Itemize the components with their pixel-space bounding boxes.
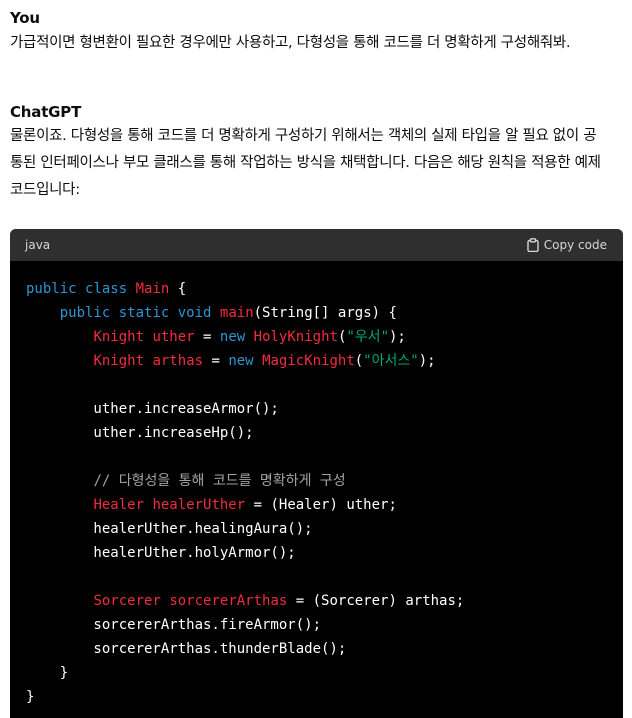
code-type: Healer	[93, 497, 145, 513]
code-text: );	[418, 353, 436, 369]
code-line: Knight arthas = new MagicKnight("아서스");	[26, 349, 623, 373]
code-text: healerUther.healingAura();	[26, 521, 313, 537]
assistant-message-text: 물론이죠. 다형성을 통해 코드를 더 명확하게 구성하기 위해서는 객체의 실…	[10, 123, 622, 204]
code-text: (String[] args) {	[253, 305, 397, 321]
code-line: healerUther.healingAura();	[26, 517, 623, 541]
user-message: You 가급적이면 형변환이 필요한 경우에만 사용하고, 다형성을 통해 코드…	[10, 8, 622, 57]
code-type: uther	[152, 329, 195, 345]
code-line: }	[26, 685, 623, 709]
code-text: sorcererArthas.fireArmor();	[26, 617, 322, 633]
code-text: (	[354, 353, 364, 369]
code-keyword: public	[59, 305, 111, 321]
assistant-message: ChatGPT 물론이죠. 다형성을 통해 코드를 더 명확하게 구성하기 위해…	[10, 102, 622, 204]
code-language-label: java	[25, 238, 51, 252]
code-keyword: new	[228, 353, 254, 369]
code-text: );	[389, 329, 406, 345]
code-line: sorcererArthas.fireArmor();	[26, 613, 623, 637]
assistant-message-line: 물론이죠. 다형성을 통해 코드를 더 명확하게 구성하기 위해서는 객체의 실…	[10, 128, 597, 144]
code-line: Healer healerUther = (Healer) uther;	[26, 493, 623, 517]
code-text: sorcererArthas.thunderBlade();	[26, 641, 347, 657]
clipboard-icon	[527, 238, 539, 253]
code-type: Knight	[93, 329, 145, 345]
code-keyword: public	[26, 281, 77, 297]
assistant-author-label: ChatGPT	[10, 103, 82, 121]
code-text: uther.increaseArmor();	[26, 401, 279, 417]
code-content: public class Main { public static void m…	[10, 261, 623, 709]
code-line: // 다형성을 통해 코드를 명확하게 구성	[26, 469, 623, 493]
code-type: Knight	[93, 353, 145, 369]
code-line: Sorcerer sorcererArthas = (Sorcerer) art…	[26, 589, 623, 613]
code-type: healerUther	[152, 497, 246, 513]
code-text: }	[26, 689, 35, 705]
copy-code-label: Copy code	[543, 238, 607, 252]
user-author-label: You	[10, 9, 40, 27]
code-block-header: java Copy code	[10, 229, 623, 261]
code-keyword: class	[85, 281, 128, 297]
code-type: arthas	[152, 353, 204, 369]
code-line: healerUther.holyArmor();	[26, 541, 623, 565]
assistant-message-line: 코드입니다:	[10, 182, 80, 198]
code-line: public static void main(String[] args) {	[26, 301, 623, 325]
code-keyword: static	[118, 305, 170, 321]
code-line: Knight uther = new HolyKnight("우서");	[26, 325, 623, 349]
code-keyword: new	[219, 329, 246, 345]
code-text: =	[203, 353, 229, 369]
code-type: Sorcerer	[93, 593, 161, 609]
code-text: uther.increaseHp();	[26, 425, 254, 441]
code-text: }	[26, 665, 69, 681]
code-string: "아서스"	[363, 353, 419, 369]
code-type: sorcererArthas	[169, 593, 288, 609]
code-type: Main	[135, 281, 170, 297]
user-message-text: 가급적이면 형변환이 필요한 경우에만 사용하고, 다형성을 통해 코드를 더 …	[10, 35, 571, 51]
code-line: sorcererArthas.thunderBlade();	[26, 637, 623, 661]
code-line: }	[26, 661, 623, 685]
code-type: HolyKnight	[253, 329, 338, 345]
code-text: = (Healer) uther;	[245, 497, 397, 513]
code-block: java Copy code public class Main { publi…	[10, 229, 623, 718]
code-text: = (Sorcerer) arthas;	[287, 593, 465, 609]
code-line: uther.increaseArmor();	[26, 397, 623, 421]
code-string: "우서"	[346, 329, 389, 345]
code-text: {	[169, 281, 187, 297]
code-text: healerUther.holyArmor();	[26, 545, 296, 561]
code-text: =	[194, 329, 220, 345]
code-type: MagicKnight	[262, 353, 355, 369]
assistant-message-line: 통된 인터페이스나 부모 클래스를 통해 작업하는 방식을 채택합니다. 다음은…	[10, 155, 601, 171]
code-line: public class Main {	[26, 277, 623, 301]
code-keyword: void	[177, 305, 212, 321]
code-type: main	[219, 305, 254, 321]
code-line: uther.increaseHp();	[26, 421, 623, 445]
copy-code-button[interactable]: Copy code	[527, 238, 607, 253]
code-comment: // 다형성을 통해 코드를 명확하게 구성	[93, 473, 346, 489]
